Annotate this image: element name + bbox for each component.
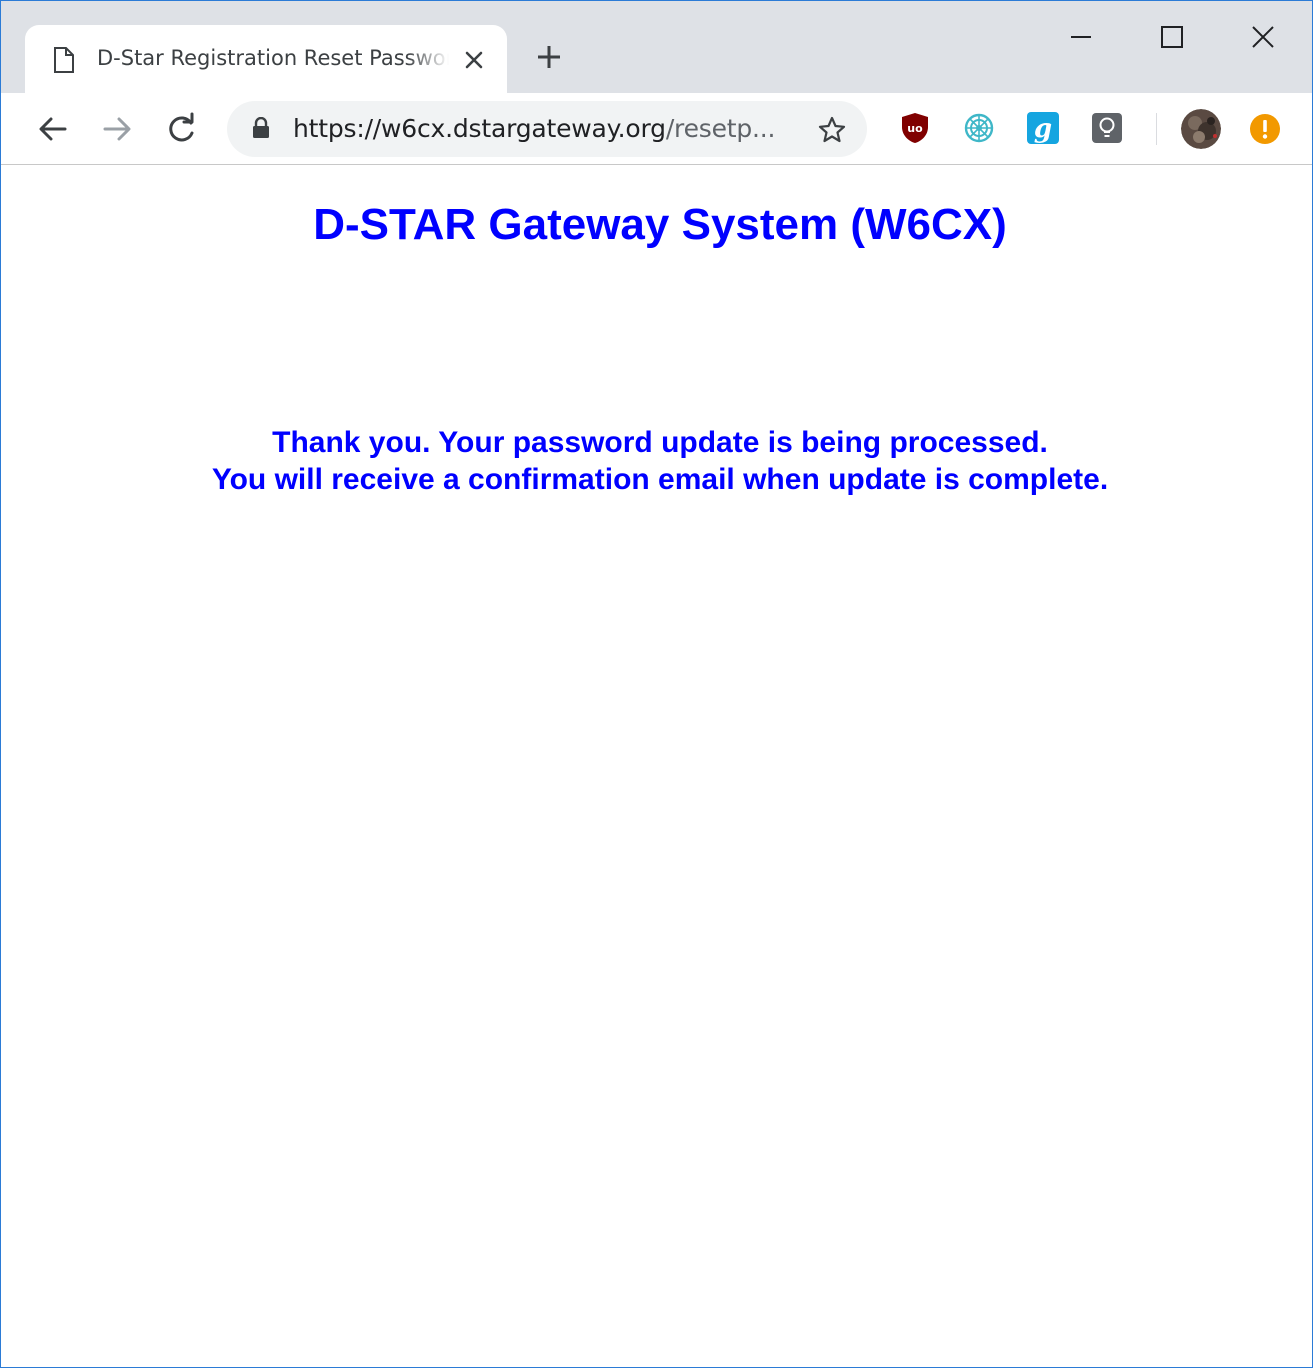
close-icon[interactable] [1239, 15, 1287, 59]
ublock-origin-icon[interactable]: uo [898, 111, 932, 145]
svg-text:g: g [1034, 114, 1052, 144]
browser-toolbar: https://w6cx.dstargateway.org/resetp... … [1, 93, 1312, 165]
page-icon [54, 47, 74, 73]
tab-strip: D-Star Registration Reset Password [1, 1, 1312, 93]
toolbar-separator [1156, 113, 1157, 145]
message-line: You will receive a confirmation email wh… [211, 463, 1109, 496]
plus-icon[interactable] [533, 41, 565, 73]
minimize-icon[interactable] [1057, 15, 1105, 59]
lightbulb-icon[interactable] [1090, 111, 1124, 145]
profile-avatar[interactable] [1181, 109, 1221, 149]
tab-close-icon[interactable] [461, 47, 487, 73]
maximize-icon[interactable] [1147, 15, 1195, 59]
web-extension-icon[interactable] [962, 111, 996, 145]
address-bar[interactable]: https://w6cx.dstargateway.org/resetp... [227, 101, 867, 157]
confirmation-message: Thank you. Your password update is being… [1, 424, 1312, 498]
star-icon[interactable] [817, 115, 847, 145]
arrow-left-icon[interactable] [35, 111, 71, 147]
svg-text:uo: uo [907, 122, 923, 135]
arrow-right-icon[interactable] [99, 111, 135, 147]
message-line: Thank you. Your password update is being… [272, 426, 1048, 459]
tab-title: D-Star Registration Reset Password [97, 46, 449, 70]
reload-icon[interactable] [163, 111, 199, 147]
grammarly-icon[interactable]: g [1026, 111, 1060, 145]
lock-icon[interactable] [251, 117, 271, 139]
url-text[interactable]: https://w6cx.dstargateway.org/resetp... [293, 114, 775, 144]
browser-window: D-Star Registration Reset Password https… [0, 0, 1313, 1368]
url-host: https://w6cx.dstargateway.org [293, 114, 666, 143]
page-title: D-STAR Gateway System (W6CX) [313, 200, 1007, 249]
url-path: /resetp... [665, 114, 776, 143]
update-alert-icon[interactable] [1249, 113, 1281, 145]
page-content: D-STAR Gateway System (W6CX) Thank you. … [1, 166, 1312, 1367]
active-tab[interactable]: D-Star Registration Reset Password [25, 25, 507, 93]
